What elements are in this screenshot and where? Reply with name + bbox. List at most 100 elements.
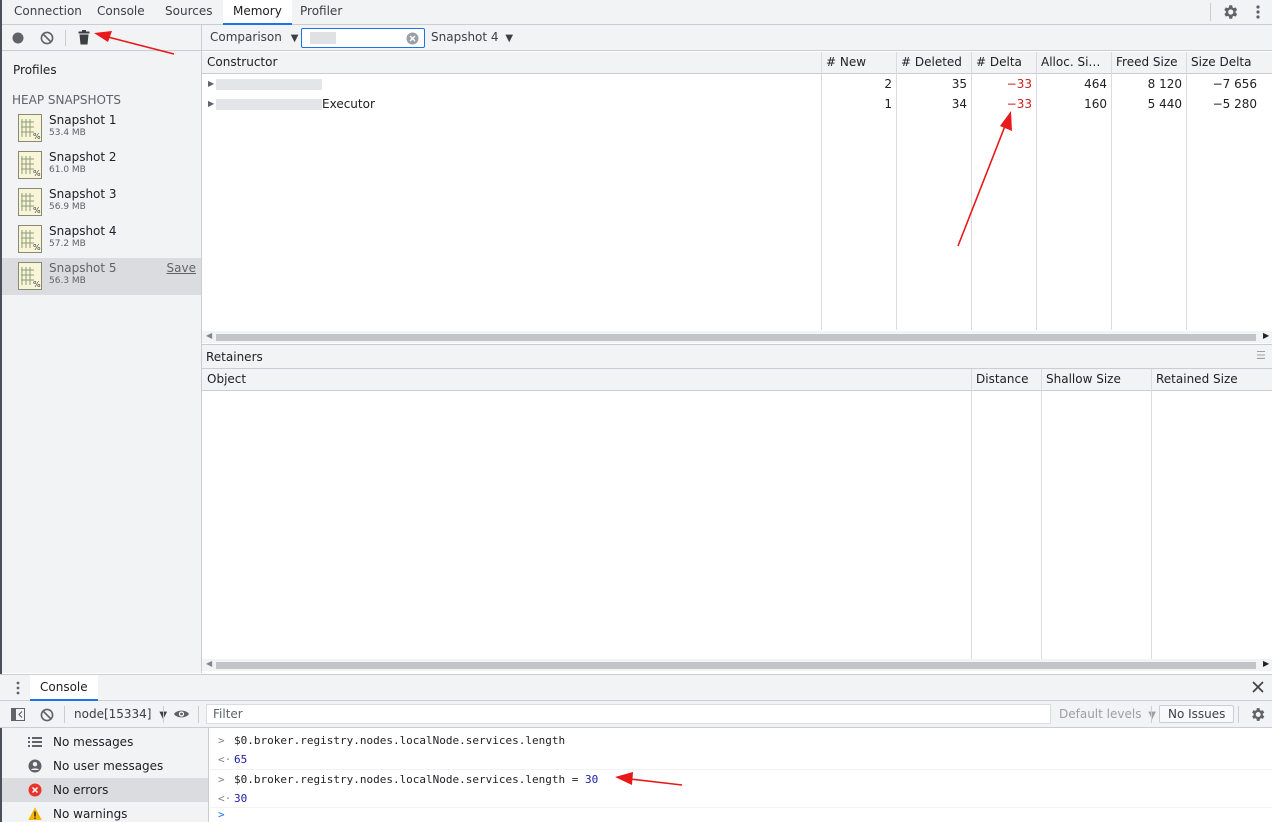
column-delta[interactable]: # Delta <box>971 52 1036 73</box>
tab-sources[interactable]: Sources <box>165 0 212 25</box>
scroll-right-icon[interactable]: ▶ <box>1263 331 1269 340</box>
filter-placeholder: Filter <box>213 707 243 721</box>
column-constructor[interactable]: Constructor <box>202 52 821 73</box>
divider <box>64 706 65 723</box>
view-mode-value: Comparison <box>210 30 282 44</box>
divider <box>1210 3 1211 21</box>
console-sidebar-label: No warnings <box>53 807 128 821</box>
view-mode-select[interactable]: Comparison ▼ <box>210 30 298 44</box>
horizontal-scrollbar[interactable]: ◀ ▶ <box>202 659 1272 671</box>
column-alloc-size[interactable]: Alloc. Si… <box>1036 52 1111 73</box>
resize-handle-icon[interactable]: ☰ <box>1256 349 1266 362</box>
issues-button[interactable]: No Issues <box>1159 705 1235 723</box>
console-sidebar-user-messages[interactable]: No user messages <box>2 754 208 778</box>
snapshot-name: Snapshot 3 <box>49 187 117 201</box>
cell-freed-size: 8 120 <box>1147 77 1182 91</box>
user-icon <box>28 759 42 773</box>
expand-triangle-icon[interactable]: ▶ <box>208 99 214 108</box>
console-prompt[interactable]: > <box>210 808 1272 822</box>
context-select[interactable]: node[15334] ▼ <box>74 707 167 721</box>
tab-memory[interactable]: Memory <box>223 0 292 25</box>
column-shallow-size[interactable]: Shallow Size <box>1041 369 1151 390</box>
settings-gear-icon[interactable] <box>1221 3 1239 21</box>
profiles-sidebar: Profiles HEAP SNAPSHOTS % Snapshot 1 53.… <box>2 25 202 673</box>
collect-garbage-trash-icon[interactable] <box>78 30 90 45</box>
console-result-value: 30 <box>234 792 248 805</box>
constructor-name: Executor <box>322 97 375 111</box>
snapshot-name: Snapshot 2 <box>49 150 117 164</box>
column-new[interactable]: # New <box>821 52 896 73</box>
scrollbar-thumb[interactable] <box>216 334 1256 341</box>
heap-snapshot-icon: % <box>18 188 42 216</box>
snapshot-item-5[interactable]: % Snapshot 5 56.3 MB Save <box>2 258 201 295</box>
toggle-sidebar-icon[interactable] <box>11 708 25 721</box>
table-row[interactable]: ▶ Executor 1 34 −33 160 5 440 −5 280 <box>202 94 1272 114</box>
cell-delta: −33 <box>1006 77 1032 91</box>
close-drawer-icon[interactable] <box>1252 681 1264 693</box>
error-icon <box>28 783 42 797</box>
clear-icon[interactable] <box>40 31 54 45</box>
console-sidebar: No messages No user messages No errors N… <box>2 728 209 822</box>
record-icon[interactable] <box>12 32 24 44</box>
save-snapshot-link[interactable]: Save <box>167 261 196 275</box>
scroll-left-icon[interactable]: ◀ <box>206 331 212 340</box>
console-sidebar-messages[interactable]: No messages <box>2 730 208 754</box>
chevron-down-icon: ▼ <box>1148 710 1156 721</box>
class-filter-input[interactable] <box>301 28 425 48</box>
column-size-delta[interactable]: Size Delta <box>1186 52 1272 73</box>
scroll-left-icon[interactable]: ◀ <box>206 659 212 668</box>
clear-console-icon[interactable] <box>40 708 54 722</box>
context-value: node[15334] <box>74 707 152 721</box>
horizontal-scrollbar[interactable]: ◀ ▶ <box>202 331 1272 343</box>
result-arrow-icon: <· <box>218 753 232 766</box>
column-object[interactable]: Object <box>202 369 971 390</box>
cell-deleted: 34 <box>951 97 967 111</box>
base-snapshot-select[interactable]: Snapshot 4 ▼ <box>431 30 513 44</box>
column-distance[interactable]: Distance <box>971 369 1041 390</box>
expand-triangle-icon[interactable]: ▶ <box>208 79 214 88</box>
divider <box>1238 706 1239 723</box>
heap-snapshot-icon: % <box>18 151 42 179</box>
svg-text:%: % <box>33 243 41 252</box>
chevron-down-icon: ▼ <box>290 33 299 44</box>
console-input-text: $0.broker.registry.nodes.localNode.servi… <box>234 734 566 747</box>
scrollbar-thumb[interactable] <box>216 662 1256 669</box>
snapshot-item-1[interactable]: % Snapshot 1 53.4 MB <box>2 110 201 147</box>
prompt-chevron-icon: > <box>218 808 225 821</box>
console-filter-input[interactable]: Filter <box>206 704 1051 724</box>
console-sidebar-errors[interactable]: No errors <box>2 778 208 802</box>
console-entry[interactable]: > $0.broker.registry.nodes.localNode.ser… <box>210 731 1272 770</box>
clear-filter-icon[interactable] <box>406 32 419 45</box>
drawer-tab-console[interactable]: Console <box>30 675 98 701</box>
heap-snapshot-icon: % <box>18 114 42 142</box>
column-deleted[interactable]: # Deleted <box>896 52 971 73</box>
tab-console[interactable]: Console <box>97 0 145 25</box>
console-input-text: $0.broker.registry.nodes.localNode.servi… <box>234 770 598 789</box>
cell-size-delta: −7 656 <box>1212 77 1257 91</box>
log-levels-select[interactable]: Default levels ▼ <box>1059 707 1156 721</box>
retainers-title: Retainers <box>206 350 263 364</box>
svg-text:%: % <box>33 169 41 178</box>
console-settings-gear-icon[interactable] <box>1249 706 1266 723</box>
column-divider <box>971 369 972 659</box>
snapshot-size: 57.2 MB <box>49 239 86 249</box>
console-entry[interactable]: > $0.broker.registry.nodes.localNode.ser… <box>210 770 1272 808</box>
column-retained-size[interactable]: Retained Size <box>1151 369 1272 390</box>
tab-profiler[interactable]: Profiler <box>300 0 342 25</box>
more-options-icon[interactable] <box>1253 3 1263 21</box>
snapshot-item-3[interactable]: % Snapshot 3 56.9 MB <box>2 184 201 221</box>
snapshot-item-2[interactable]: % Snapshot 2 61.0 MB <box>2 147 201 184</box>
live-expression-eye-icon[interactable] <box>173 708 190 720</box>
list-icon <box>28 735 42 749</box>
table-row[interactable]: ▶ 2 35 −33 464 8 120 −7 656 <box>202 74 1272 94</box>
column-freed-size[interactable]: Freed Size <box>1111 52 1186 73</box>
profiles-toolbar <box>2 25 201 51</box>
retainers-header: Retainers ☰ <box>202 345 1272 369</box>
drawer-menu-icon[interactable] <box>14 680 22 696</box>
warning-icon <box>28 807 42 821</box>
tab-connection[interactable]: Connection <box>14 0 82 25</box>
scroll-right-icon[interactable]: ▶ <box>1263 659 1269 668</box>
cell-deleted: 35 <box>951 77 967 91</box>
snapshot-item-4[interactable]: % Snapshot 4 57.2 MB <box>2 221 201 258</box>
console-sidebar-warnings[interactable]: No warnings <box>2 802 208 822</box>
